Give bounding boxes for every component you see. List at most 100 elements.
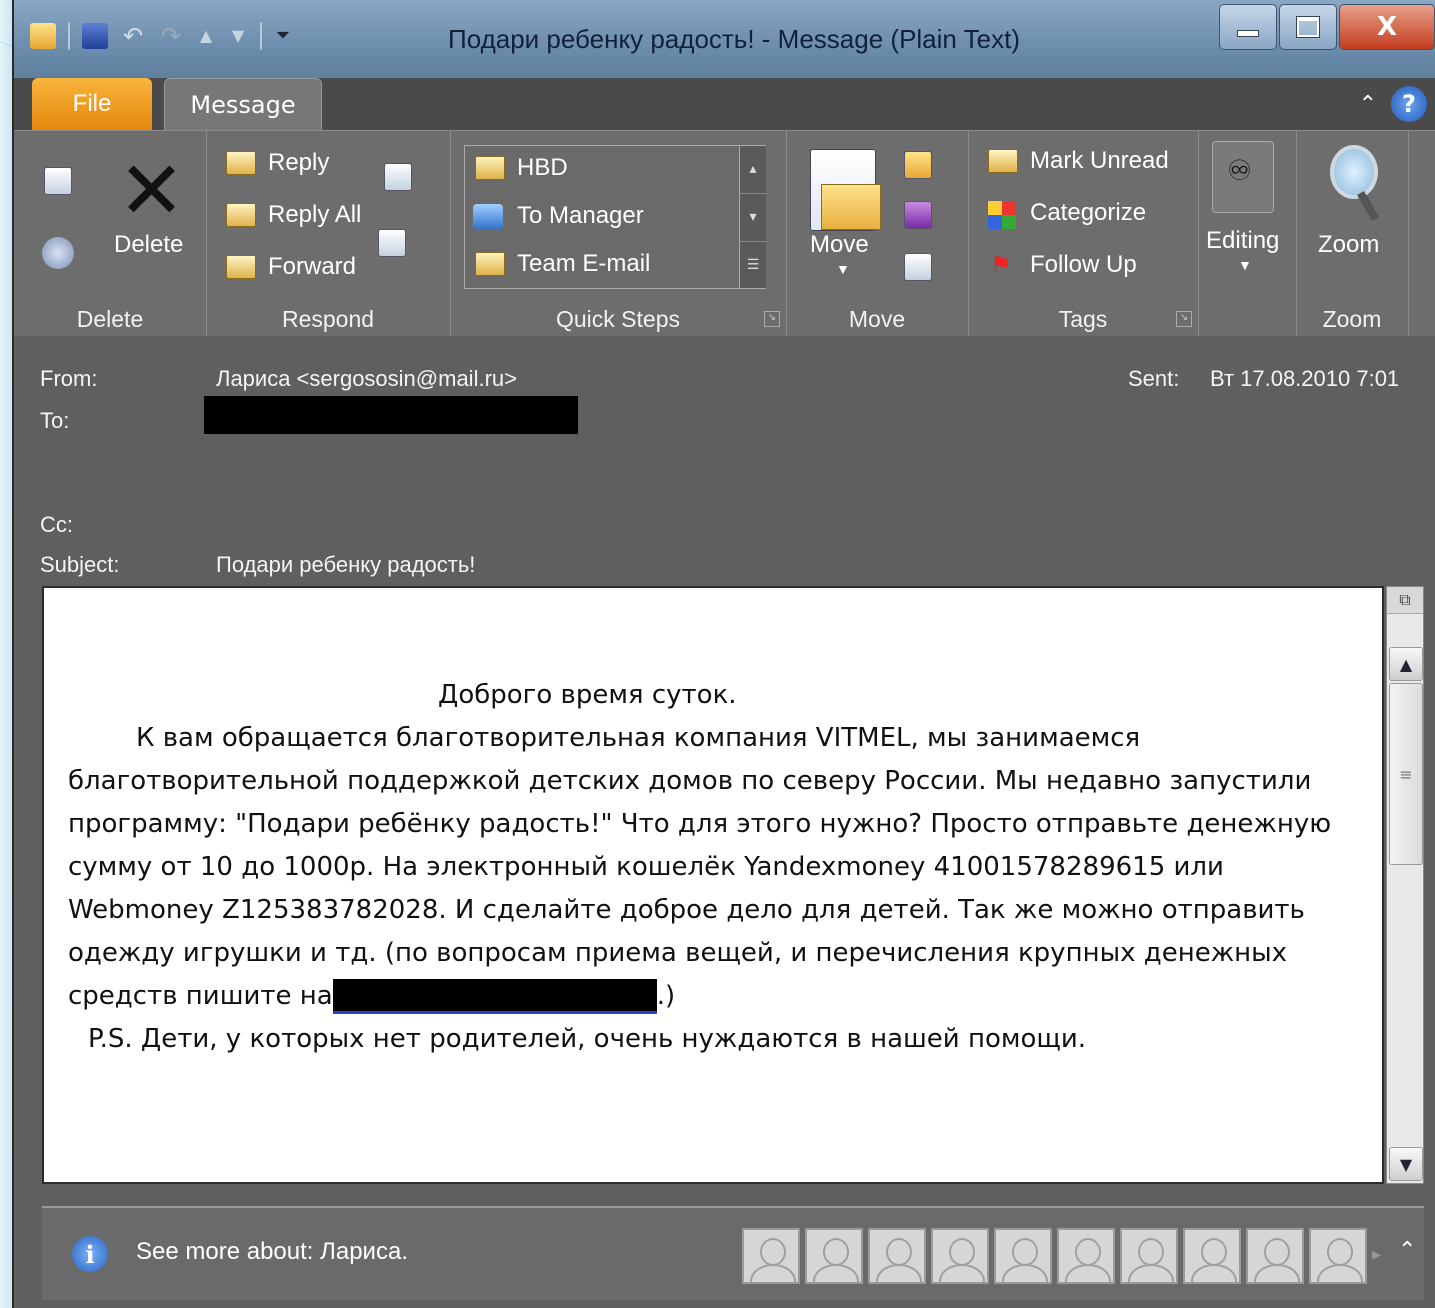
ignore-icon[interactable] xyxy=(44,167,72,195)
hbd-icon xyxy=(475,156,505,180)
body-line: программу: "Подари ребёнку радость!" Что… xyxy=(68,809,1332,839)
move-folder-icon[interactable] xyxy=(810,149,881,231)
minimize-button[interactable] xyxy=(1219,4,1277,50)
contact-avatar[interactable] xyxy=(1120,1228,1178,1284)
split-icon[interactable]: ⧉ xyxy=(1387,587,1423,614)
junk-icon[interactable] xyxy=(42,237,74,269)
customize-toolbar-icon[interactable]: ⏷ xyxy=(274,23,292,49)
help-icon[interactable]: ? xyxy=(1391,86,1427,122)
delete-button[interactable]: Delete xyxy=(114,231,183,259)
tab-file[interactable]: File xyxy=(32,78,152,130)
move-dropdown-icon[interactable]: ▼ xyxy=(836,261,850,277)
quick-steps-scroll[interactable]: ▴ ▾ ☰ xyxy=(739,146,766,288)
group-label-zoom: Zoom xyxy=(1322,306,1382,332)
forward-icon xyxy=(226,255,256,279)
collapse-ribbon-icon[interactable]: ⌃ xyxy=(1359,92,1377,117)
editing-button[interactable]: Editing xyxy=(1206,227,1279,255)
expand-people-pane-icon[interactable]: ⌃ xyxy=(1398,1238,1416,1263)
see-more-link[interactable]: See more about: Лариса. xyxy=(136,1238,408,1266)
move-button[interactable]: Move xyxy=(810,231,869,259)
ribbon: ✕ Delete Delete Reply Reply All Forward … xyxy=(14,130,1435,338)
contact-avatar[interactable] xyxy=(868,1228,926,1284)
redo-icon[interactable]: ↷ xyxy=(158,23,184,49)
mark-unread-button[interactable]: Mark Unread xyxy=(1030,147,1169,175)
scroll-up-button[interactable]: ▲ xyxy=(1389,647,1423,681)
tab-message[interactable]: Message xyxy=(164,78,322,131)
ribbon-tabs: File Message ⌃ ? xyxy=(14,78,1435,131)
scroll-thumb[interactable]: ≡ xyxy=(1389,683,1423,865)
group-editing: Editing ▼ xyxy=(1198,131,1297,337)
find-icon[interactable] xyxy=(1212,141,1274,213)
quick-step-hbd[interactable]: HBD xyxy=(517,154,568,182)
info-icon: i xyxy=(72,1236,108,1272)
previous-item-icon[interactable]: ▲ xyxy=(196,23,216,49)
rules-icon[interactable] xyxy=(904,151,932,179)
reply-button[interactable]: Reply xyxy=(268,149,329,177)
window-title: Подари ребенку радость! - Message (Plain… xyxy=(448,24,1020,54)
contact-avatar[interactable] xyxy=(1309,1228,1367,1284)
mail-icon[interactable] xyxy=(30,23,56,49)
zoom-icon[interactable] xyxy=(1330,145,1378,199)
scroll-down-button[interactable]: ▼ xyxy=(1389,1147,1423,1181)
save-icon[interactable] xyxy=(82,23,108,49)
meeting-icon[interactable] xyxy=(384,163,412,191)
group-label-tags: Tags xyxy=(1058,306,1108,332)
body-scrollbar[interactable]: ⧉ ▲ ≡ ▼ xyxy=(1386,586,1424,1184)
close-button[interactable]: X xyxy=(1339,4,1435,50)
group-label-respond: Respond xyxy=(281,306,375,332)
redacted-email-link[interactable] xyxy=(332,979,657,1014)
undo-icon[interactable]: ↶ xyxy=(120,23,146,49)
contact-avatar[interactable] xyxy=(805,1228,863,1284)
onenote-icon[interactable] xyxy=(904,201,932,229)
reply-all-button[interactable]: Reply All xyxy=(268,201,361,229)
more-contacts-icon[interactable]: ▸ xyxy=(1372,1244,1381,1265)
quick-access-toolbar: ↶ ↷ ▲ ▼ ⏷ xyxy=(30,22,292,50)
team-email-icon xyxy=(475,252,505,276)
flag-icon: ⚑ xyxy=(990,251,1012,279)
expand-gallery-icon[interactable]: ☰ xyxy=(740,242,766,289)
body-line: Webmoney Z125383782028. И сделайте добро… xyxy=(68,895,1305,925)
contact-avatar[interactable] xyxy=(742,1228,800,1284)
toolbar-separator xyxy=(68,22,70,50)
contact-avatar[interactable] xyxy=(931,1228,989,1284)
group-delete: ✕ Delete Delete xyxy=(14,131,207,337)
follow-up-button[interactable]: Follow Up xyxy=(1030,251,1137,279)
next-item-icon[interactable]: ▼ xyxy=(228,23,248,49)
sent-value: Вт 17.08.2010 7:01 xyxy=(1210,366,1400,391)
zoom-button[interactable]: Zoom xyxy=(1318,231,1379,259)
group-move: Move ▼ Move xyxy=(786,131,969,337)
scroll-up-icon[interactable]: ▴ xyxy=(740,146,766,194)
delete-icon[interactable]: ✕ xyxy=(118,151,185,231)
editing-dropdown-icon[interactable]: ▼ xyxy=(1238,257,1252,273)
body-line: К вам обращается благотворительная компа… xyxy=(136,723,1141,753)
contact-avatar[interactable] xyxy=(1183,1228,1241,1284)
scroll-down-icon[interactable]: ▾ xyxy=(740,194,766,242)
postscript: P.S. Дети, у которых нет родителей, очен… xyxy=(88,1024,1087,1054)
to-label: To: xyxy=(40,408,70,433)
reply-all-icon xyxy=(226,203,256,227)
contact-avatars xyxy=(742,1228,1367,1284)
cc-label: Cc: xyxy=(40,512,73,537)
contact-avatar[interactable] xyxy=(994,1228,1052,1284)
body-line: благотворительной поддержкой детских дом… xyxy=(68,766,1312,796)
group-label-move: Move xyxy=(848,306,906,332)
ribbon-tools: ⌃ ? xyxy=(1359,86,1427,122)
quick-step-to-manager[interactable]: To Manager xyxy=(517,202,644,230)
contact-avatar[interactable] xyxy=(1246,1228,1304,1284)
quick-step-team-email[interactable]: Team E-mail xyxy=(517,250,650,278)
more-respond-icon[interactable] xyxy=(378,229,406,257)
contact-avatar[interactable] xyxy=(1057,1228,1115,1284)
greeting: Доброго время суток. xyxy=(438,680,737,710)
forward-button[interactable]: Forward xyxy=(268,253,356,281)
actions-icon[interactable] xyxy=(904,253,932,281)
categorize-button[interactable]: Categorize xyxy=(1030,199,1146,227)
group-label-delete: Delete xyxy=(76,306,144,332)
quick-steps-gallery: HBD To Manager Team E-mail ▴ ▾ ☰ xyxy=(464,145,766,289)
from-value[interactable]: Лариса <sergososin@mail.ru> xyxy=(216,366,517,392)
to-manager-icon xyxy=(473,204,503,230)
group-label-quick-steps: Quick Steps xyxy=(556,306,680,332)
maximize-button[interactable] xyxy=(1279,4,1337,50)
group-quick-steps: HBD To Manager Team E-mail ▴ ▾ ☰ ↘ Quick… xyxy=(450,131,787,337)
message-body[interactable]: Доброго время суток. К вам обращается бл… xyxy=(42,586,1384,1184)
to-redaction xyxy=(204,396,578,434)
